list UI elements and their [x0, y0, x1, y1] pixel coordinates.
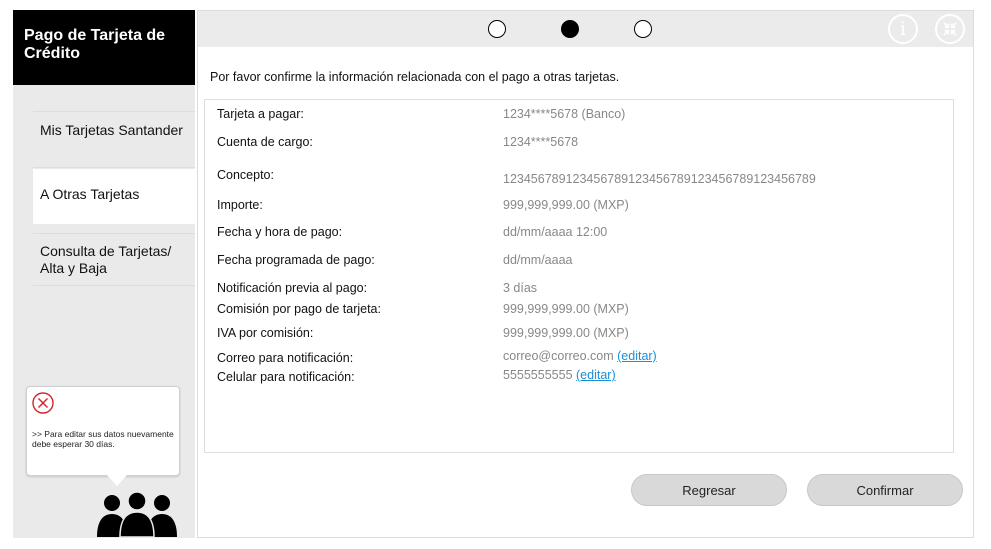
- info-icon[interactable]: i: [888, 14, 918, 44]
- main-panel: i Por favor confirme la información rela…: [197, 10, 974, 538]
- field-label: Fecha y hora de pago:: [217, 225, 343, 239]
- field-label: IVA por comisión:: [217, 326, 314, 340]
- field-value: 999,999,999.00 (MXP): [503, 198, 629, 212]
- details-panel: Tarjeta a pagar: 1234****5678 (Banco) Cu…: [204, 99, 954, 453]
- step-3-indicator: [634, 20, 652, 38]
- field-label: Fecha programada de pago:: [217, 253, 375, 267]
- phone-value: 5555555555: [503, 368, 573, 382]
- field-value: 999,999,999.00 (MXP): [503, 302, 629, 316]
- edit-email-link[interactable]: (editar): [617, 349, 657, 363]
- confirm-button[interactable]: Confirmar: [807, 474, 963, 506]
- sidebar-title: Pago de Tarjeta de Crédito: [13, 10, 195, 85]
- email-value: correo@correo.com: [503, 349, 614, 363]
- field-label: Correo para notificación:: [217, 351, 354, 365]
- field-label: Comisión por pago de tarjeta:: [217, 302, 381, 316]
- warning-callout: >> Para editar sus datos nuevamente debe…: [26, 386, 180, 486]
- warning-text: >> Para editar sus datos nuevamente debe…: [32, 429, 174, 449]
- field-value: 3 días: [503, 281, 538, 295]
- collapse-icon[interactable]: [935, 14, 965, 44]
- sidebar: Pago de Tarjeta de Crédito Mis Tarjetas …: [13, 10, 195, 538]
- field-label: Celular para notificación:: [217, 370, 355, 384]
- menu-divider: [33, 167, 195, 168]
- edit-phone-link[interactable]: (editar): [576, 368, 616, 382]
- sidebar-item-consulta[interactable]: Consulta de Tarjetas/ Alta y Baja: [33, 243, 195, 277]
- field-value: 1234****5678: [503, 135, 579, 149]
- field-label: Concepto:: [217, 168, 274, 182]
- field-label: Importe:: [217, 198, 263, 212]
- field-value: 1234****5678 (Banco): [503, 107, 626, 121]
- field-label: Cuenta de cargo:: [217, 135, 313, 149]
- field-value: 1234567891234567891234567891234567891234…: [503, 172, 816, 186]
- field-label: Tarjeta a pagar:: [217, 107, 304, 121]
- menu-divider: [33, 285, 195, 286]
- step-1-indicator: [488, 20, 506, 38]
- intro-text: Por favor confirme la información relaci…: [210, 70, 620, 84]
- field-label: Notificación previa al pago:: [217, 281, 368, 295]
- phone-value-row: 5555555555 (editar): [503, 368, 616, 382]
- step-2-indicator: [561, 20, 579, 38]
- people-icon: [97, 491, 177, 537]
- menu-divider: [33, 233, 195, 234]
- close-circle-icon: [32, 392, 54, 414]
- sidebar-item-otras-tarjetas[interactable]: A Otras Tarjetas: [33, 169, 195, 224]
- email-value-row: correo@correo.com (editar): [503, 349, 657, 363]
- back-button[interactable]: Regresar: [631, 474, 787, 506]
- stepper-bar: i: [198, 11, 973, 47]
- field-value: dd/mm/aaaa 12:00: [503, 225, 608, 239]
- menu-divider: [33, 111, 195, 112]
- field-value: dd/mm/aaaa: [503, 253, 573, 267]
- field-value: 999,999,999.00 (MXP): [503, 326, 629, 340]
- sidebar-item-mis-tarjetas[interactable]: Mis Tarjetas Santander: [33, 122, 195, 139]
